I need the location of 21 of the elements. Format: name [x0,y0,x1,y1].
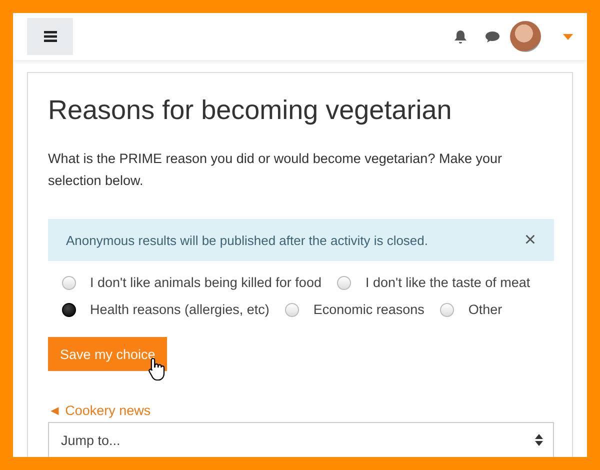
chat-icon[interactable] [485,30,500,42]
caret-icon[interactable] [563,34,573,40]
radio-button[interactable] [62,276,76,290]
activity-title: Reasons for becoming vegetarian [48,95,453,126]
radio-option[interactable]: Economic reasons [285,302,424,317]
radio-option[interactable]: Other [440,302,502,317]
alert-text: Anonymous results will be published after the activity is closed. [66,232,430,248]
radio-button[interactable] [337,276,352,290]
radio-button[interactable] [440,302,454,316]
sort-caret-icon [535,434,543,446]
option-label: Economic reasons [313,302,424,317]
option-label: Other [468,302,502,317]
close-button[interactable]: × [524,228,536,252]
intro-text: What is the PRIME reason you did or would become vegetarian? Make your selection below. [48,150,503,190]
jump-select[interactable]: Jump to... [48,422,554,457]
menu-button[interactable] [27,18,73,55]
user-avatar[interactable] [510,21,541,52]
radio-button[interactable] [62,302,76,316]
radio-button[interactable] [285,302,300,316]
bell-icon[interactable] [454,30,467,44]
menu-icon [44,31,56,42]
